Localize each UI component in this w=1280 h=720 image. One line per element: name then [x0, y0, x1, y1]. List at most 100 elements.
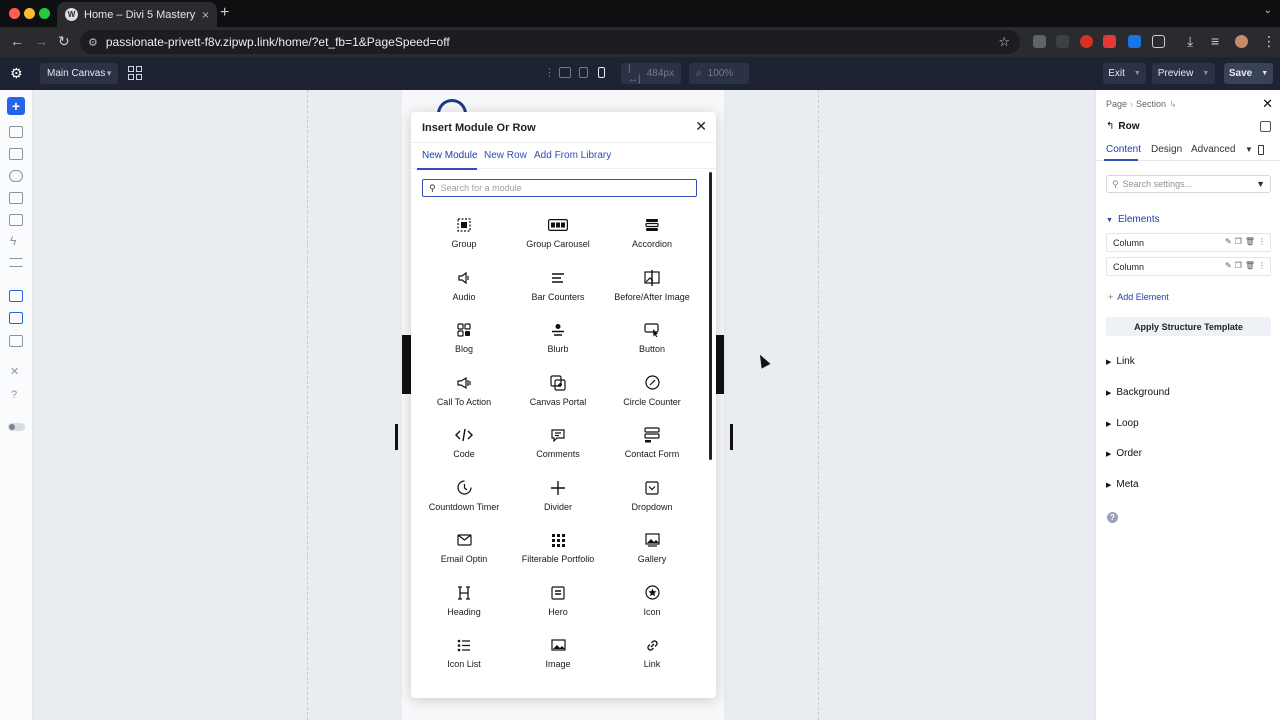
drag-handle-icon[interactable]: ⋮ — [544, 66, 555, 79]
close-tab-icon[interactable]: × — [202, 8, 209, 22]
extensions-puzzle-icon[interactable] — [1152, 35, 1165, 48]
browser-tab[interactable]: W Home – Divi 5 Mastery Course × — [57, 2, 217, 27]
media-control-icon[interactable]: ≡ — [1211, 33, 1219, 49]
background-group-toggle[interactable]: ▶ Background — [1106, 387, 1170, 398]
tab-content[interactable]: Content — [1106, 144, 1141, 155]
tab-add-from-library[interactable]: Add From Library — [534, 150, 611, 161]
preview-button[interactable]: Preview ▼ — [1152, 63, 1215, 84]
tab-new-row[interactable]: New Row — [484, 150, 527, 161]
forward-icon[interactable]: → — [34, 33, 48, 49]
order-group-toggle[interactable]: ▶ Order — [1106, 448, 1142, 459]
extension-icon[interactable] — [1103, 35, 1116, 48]
trash-icon[interactable]: 🗑 — [1245, 237, 1255, 246]
exit-button[interactable]: Exit ▼ — [1103, 63, 1146, 84]
extension-icon[interactable] — [1033, 35, 1046, 48]
more-icon[interactable]: ⋮ — [1258, 261, 1266, 270]
module-option[interactable]: Canvas Portal — [511, 373, 605, 426]
help-icon[interactable]: ? — [1107, 512, 1118, 523]
meta-group-toggle[interactable]: ▶ Meta — [1106, 479, 1139, 490]
module-search[interactable]: ⚲ — [422, 179, 697, 197]
loop-group-toggle[interactable]: ▶ Loop — [1106, 418, 1139, 429]
modal-scrollbar[interactable] — [709, 172, 712, 460]
module-option[interactable]: Countdown Timer — [417, 478, 511, 531]
close-icon[interactable]: ✕ — [1262, 96, 1273, 112]
extension-icon[interactable] — [1128, 35, 1141, 48]
maximize-window-button[interactable] — [39, 8, 50, 19]
extension-icon[interactable] — [1080, 35, 1093, 48]
duplicate-icon[interactable]: ❐ — [1235, 237, 1242, 246]
add-module-button[interactable]: + — [7, 97, 25, 115]
module-option[interactable]: Icon List — [417, 635, 511, 688]
apply-structure-template-button[interactable]: Apply Structure Template — [1106, 317, 1271, 336]
module-option[interactable]: Heading — [417, 583, 511, 636]
tools-icon[interactable]: ✕ — [10, 365, 19, 378]
desktop-view-icon[interactable] — [559, 67, 571, 78]
phone-view-icon[interactable] — [598, 67, 605, 78]
module-option[interactable]: Icon — [605, 583, 699, 636]
tab-design[interactable]: Design — [1151, 144, 1182, 155]
help-icon[interactable]: ? — [11, 389, 17, 401]
browser-menu-icon[interactable]: ⋮ — [1262, 33, 1276, 50]
module-option[interactable]: Group — [417, 215, 511, 268]
close-icon[interactable]: ✕ — [695, 118, 707, 135]
profile-avatar[interactable] — [1235, 35, 1248, 48]
edit-icon[interactable]: ✎ — [1225, 237, 1232, 246]
module-option[interactable]: Circle Counter — [605, 373, 699, 426]
tab-new-module[interactable]: New Module — [422, 150, 478, 161]
layouts-icon[interactable] — [9, 148, 23, 160]
new-tab-icon[interactable]: + — [220, 4, 229, 22]
gear-icon[interactable]: ⚙ — [10, 65, 23, 82]
more-icon[interactable]: ⋮ — [1258, 237, 1266, 246]
module-option[interactable]: Email Optin — [417, 530, 511, 583]
list-icon[interactable] — [9, 258, 23, 267]
mode-toggle[interactable] — [8, 423, 25, 431]
resize-handle-right[interactable] — [730, 424, 733, 450]
edit-icon[interactable]: ✎ — [1225, 261, 1232, 270]
module-option[interactable]: Blog — [417, 320, 511, 373]
module-option[interactable]: Group Carousel — [511, 215, 605, 268]
canvas-width-field[interactable]: |↔| 484px — [621, 63, 681, 85]
settings-search[interactable]: ⚲ ▼ — [1106, 175, 1271, 193]
module-option[interactable]: Contact Form — [605, 425, 699, 478]
breadcrumb-section[interactable]: Section — [1136, 99, 1166, 109]
breadcrumb-page[interactable]: Page — [1106, 99, 1127, 109]
save-button[interactable]: Save ▼ — [1224, 63, 1273, 84]
close-window-button[interactable] — [9, 8, 20, 19]
canvas-grid-icon[interactable] — [128, 66, 142, 80]
module-option[interactable]: Audio — [417, 268, 511, 321]
bookmark-star-icon[interactable]: ☆ — [998, 34, 1010, 50]
link-group-toggle[interactable]: ▶ Link — [1106, 356, 1135, 367]
canvas-select[interactable]: Main Canvas ▼ — [40, 63, 118, 84]
settings-search-icon[interactable] — [9, 335, 23, 347]
reload-icon[interactable]: ↻ — [58, 33, 70, 50]
library-icon[interactable] — [9, 312, 23, 324]
site-settings-icon[interactable]: ⚙ — [88, 36, 98, 49]
element-column[interactable]: Column ✎ ❐ 🗑 ⋮ — [1106, 257, 1271, 276]
module-option[interactable]: Blurb — [511, 320, 605, 373]
module-option[interactable]: Hero — [511, 583, 605, 636]
chevron-down-icon[interactable]: ▼ — [1245, 145, 1253, 154]
module-option[interactable]: Filterable Portfolio — [511, 530, 605, 583]
elements-group-toggle[interactable]: ▼ Elements — [1106, 214, 1160, 225]
filter-icon[interactable]: ▼ — [1256, 179, 1265, 189]
module-option[interactable]: Button — [605, 320, 699, 373]
panel-options-icon[interactable] — [1260, 121, 1271, 132]
database-icon[interactable] — [9, 170, 23, 182]
module-option[interactable]: Gallery — [605, 530, 699, 583]
zoom-field[interactable]: ⌕ 100% — [689, 63, 749, 84]
trash-icon[interactable]: 🗑 — [1245, 261, 1255, 270]
module-option[interactable]: Divider — [511, 478, 605, 531]
module-option[interactable]: Call To Action — [417, 373, 511, 426]
tab-list-chevron-icon[interactable]: ⌄ — [1264, 5, 1272, 16]
download-icon[interactable]: ⤓ — [1187, 33, 1193, 50]
element-column[interactable]: Column ✎ ❐ 🗑 ⋮ — [1106, 233, 1271, 252]
back-icon[interactable]: ← — [10, 33, 24, 49]
layers-icon[interactable] — [9, 126, 23, 138]
add-element-button[interactable]: + Add Element — [1108, 292, 1169, 302]
url-field[interactable]: ⚙ passionate-privett-f8v.zipwp.link/home… — [80, 30, 1020, 54]
module-search-input[interactable] — [440, 183, 681, 193]
lightning-icon[interactable]: ϟ — [10, 234, 16, 248]
module-option[interactable]: Link — [605, 635, 699, 688]
extension-icon[interactable] — [1056, 35, 1069, 48]
phone-view-icon[interactable] — [1258, 145, 1264, 155]
